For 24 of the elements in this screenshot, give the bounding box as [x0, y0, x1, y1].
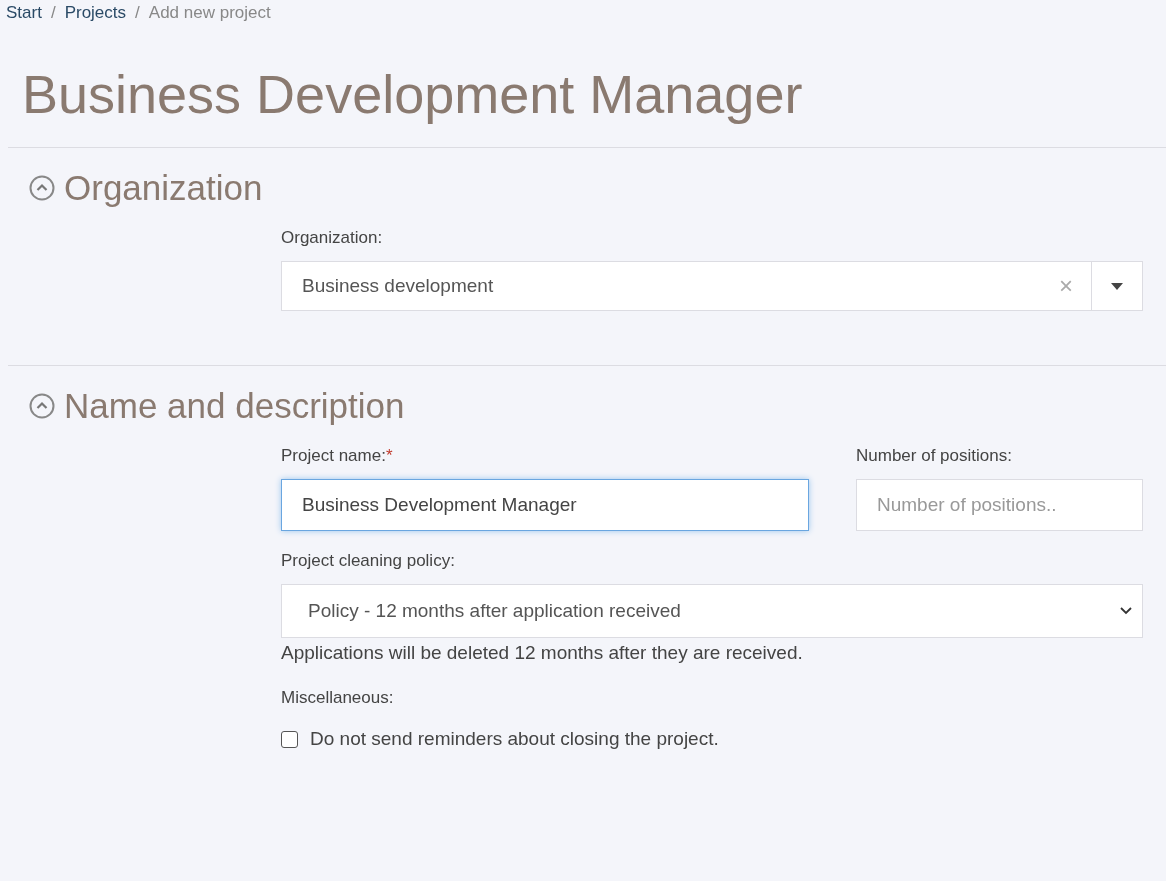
field-label: Project name:	[281, 446, 386, 466]
project-name-field[interactable]: Business Development Manager	[281, 479, 809, 531]
chevron-down-icon	[1120, 607, 1132, 615]
section-title[interactable]: Organization	[64, 168, 263, 208]
help-text: Applications will be deleted 12 months after they are received.	[281, 642, 804, 664]
breadcrumb-link[interactable]: Projects	[64, 3, 127, 23]
field-label: Project cleaning policy:	[281, 551, 456, 571]
positions-field[interactable]: Number of positions..	[856, 479, 1143, 531]
breadcrumb-item: Add new project	[148, 3, 271, 23]
collapse-icon[interactable]	[29, 393, 55, 419]
breadcrumb-item: /	[50, 3, 56, 23]
page-title: Business Development Manager	[22, 63, 804, 126]
checkbox-label[interactable]: Do not send reminders about closing the project.	[310, 728, 719, 750]
field-label: Miscellaneous:	[281, 688, 395, 708]
section-title[interactable]: Name and description	[64, 386, 405, 426]
field-label: Organization:	[281, 228, 384, 248]
breadcrumb-item: /	[135, 3, 140, 23]
caret-icon	[1111, 282, 1123, 290]
required-mark: *	[385, 446, 393, 467]
checkbox[interactable]	[281, 730, 298, 748]
breadcrumb-link[interactable]: Start	[6, 3, 42, 23]
policy-select[interactable]: Policy - 12 months after application received	[281, 584, 1143, 638]
collapse-icon[interactable]	[29, 175, 55, 201]
field-label: Number of positions:	[856, 446, 1013, 466]
